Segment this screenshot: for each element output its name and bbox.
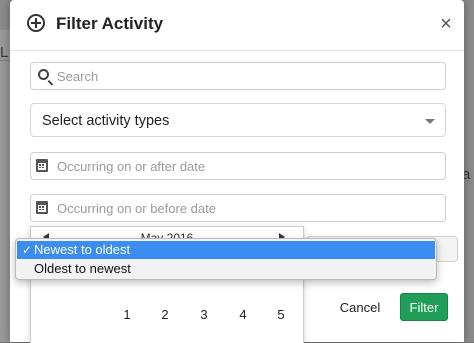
datepicker-day[interactable]: 1 — [117, 307, 137, 323]
calendar-icon — [36, 201, 48, 214]
sort-option-label: Oldest to newest — [34, 261, 131, 276]
before-date-placeholder: Occurring on or before date — [57, 201, 216, 216]
sort-option-newest[interactable]: ✓ Newest to oldest — [17, 241, 435, 259]
filter-button[interactable]: Filter — [400, 293, 448, 321]
checkmark-icon: ✓ — [22, 243, 33, 257]
search-input[interactable]: Search — [30, 62, 446, 90]
datepicker-week-row: 1 2 3 4 5 — [31, 307, 303, 327]
datepicker-day[interactable]: 4 — [233, 307, 253, 323]
datepicker-day[interactable]: 5 — [271, 307, 291, 323]
close-button[interactable]: × — [438, 14, 454, 34]
plus-circle-icon — [27, 14, 45, 32]
datepicker-day[interactable]: 2 — [155, 307, 175, 323]
search-icon — [38, 69, 49, 80]
sort-option-label: Newest to oldest — [34, 242, 131, 257]
datepicker-day[interactable]: 3 — [194, 307, 214, 323]
cancel-button[interactable]: Cancel — [335, 294, 385, 320]
activity-type-select[interactable]: Select activity types — [30, 103, 446, 137]
activity-type-label: Select activity types — [42, 113, 170, 129]
modal-header: Filter Activity × — [10, 0, 464, 51]
after-date-placeholder: Occurring on or after date — [57, 159, 206, 174]
calendar-icon — [36, 159, 48, 172]
search-placeholder: Search — [57, 69, 99, 84]
sort-option-oldest[interactable]: Oldest to newest — [17, 260, 435, 278]
after-date-input[interactable]: Occurring on or after date — [30, 152, 446, 180]
sort-order-dropdown-menu: ✓ Newest to oldest Oldest to newest — [15, 238, 437, 280]
before-date-input[interactable]: Occurring on or before date — [30, 194, 446, 222]
caret-down-icon — [425, 119, 435, 124]
modal-title: Filter Activity — [56, 14, 164, 33]
